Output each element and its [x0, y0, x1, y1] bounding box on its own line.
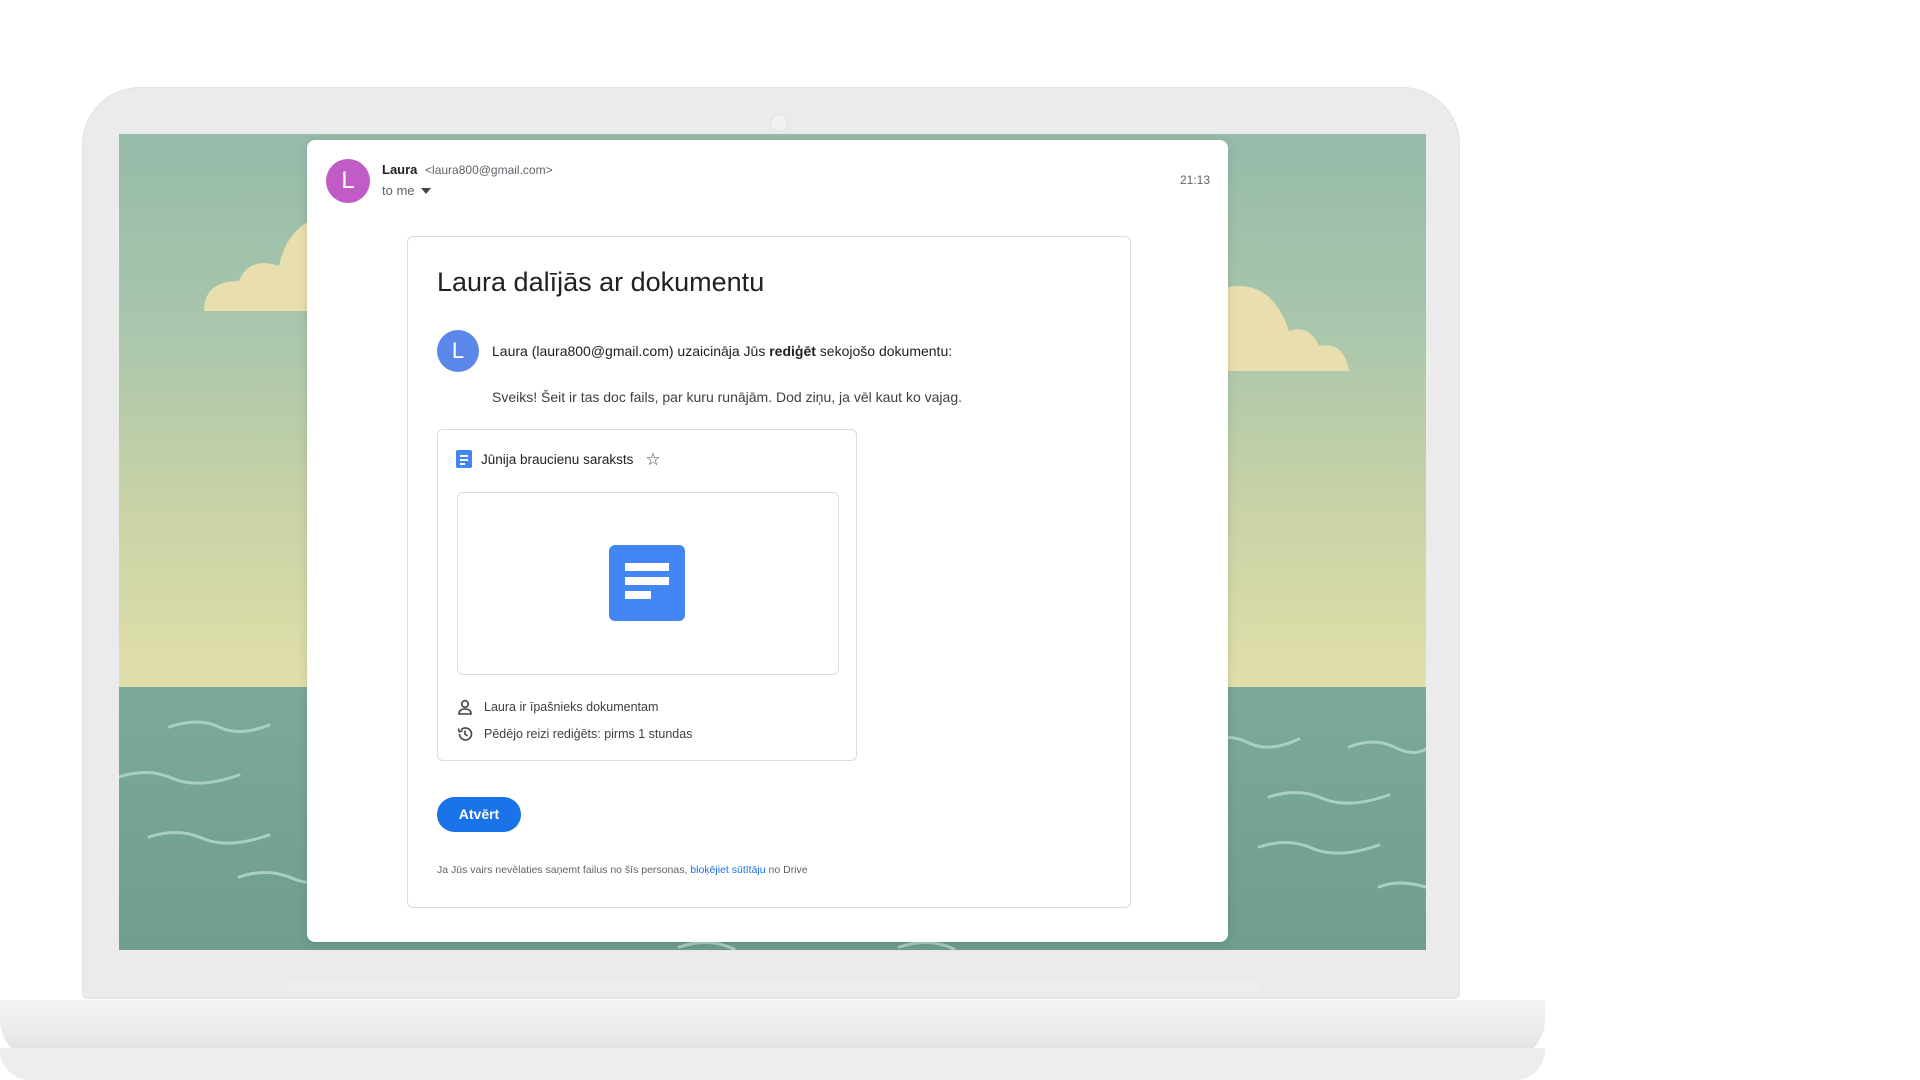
last-edited-text: Pēdējo reizi rediģēts: pirms 1 stundas	[484, 727, 693, 741]
share-title: Laura dalījās ar dokumentu	[437, 267, 765, 297]
history-icon	[457, 727, 473, 741]
caret-down-icon[interactable]	[420, 187, 431, 194]
person-icon	[458, 699, 472, 715]
star-icon[interactable]: ☆	[645, 451, 660, 468]
sender-avatar[interactable]: L	[326, 159, 370, 203]
document-name[interactable]: Jūnija braucienu saraksts	[481, 452, 633, 467]
share-message: Sveiks! Šeit ir tas doc fails, par kuru …	[492, 389, 962, 405]
footer-note: Ja Jūs vairs nevēlaties saņemt failus no…	[437, 864, 808, 876]
email-time: 21:13	[1179, 173, 1210, 187]
footer-prefix: Ja Jūs vairs nevēlaties saņemt failus no…	[437, 864, 691, 876]
open-document-button[interactable]: Atvērt	[437, 797, 521, 832]
email-message: L Laura <laura800@gmail.com> to me 21:13…	[307, 140, 1228, 942]
webcam	[770, 114, 788, 132]
sender-email: <laura800@gmail.com>	[425, 163, 553, 177]
docs-icon	[456, 450, 472, 468]
share-notification-card: Laura dalījās ar dokumentu L Laura (laur…	[407, 236, 1131, 908]
owner-text: Laura ir īpašnieks dokumentam	[484, 700, 659, 714]
docs-icon	[609, 545, 685, 621]
invite-permission: rediģēt	[769, 343, 816, 359]
to-me-label: to me	[382, 183, 415, 198]
block-sender-link[interactable]: bloķējiet sūtītāju	[690, 864, 765, 876]
invite-text: Laura (laura800@gmail.com) uzaicināja Jū…	[492, 343, 952, 359]
invite-suffix: sekojošo dokumentu:	[815, 343, 953, 359]
invite-prefix: Laura (laura800@gmail.com) uzaicināja Jū…	[492, 343, 770, 359]
document-chip[interactable]: Jūnija braucienu saraksts ☆ Laura ir īpa…	[437, 429, 857, 761]
laptop-hinge	[288, 980, 1258, 992]
sender-name[interactable]: Laura	[382, 162, 417, 177]
document-preview[interactable]	[457, 492, 839, 675]
recipient-details-toggle[interactable]: to me	[382, 183, 431, 198]
sharer-avatar: L	[437, 330, 479, 372]
footer-suffix: no Drive	[765, 864, 808, 876]
document-header: Jūnija braucienu saraksts ☆	[456, 450, 661, 468]
laptop-base-edge	[0, 1048, 1545, 1080]
last-edited-row: Pēdējo reizi rediģēts: pirms 1 stundas	[456, 725, 692, 743]
sender-line: Laura <laura800@gmail.com>	[382, 162, 553, 177]
owner-row: Laura ir īpašnieks dokumentam	[456, 698, 658, 716]
